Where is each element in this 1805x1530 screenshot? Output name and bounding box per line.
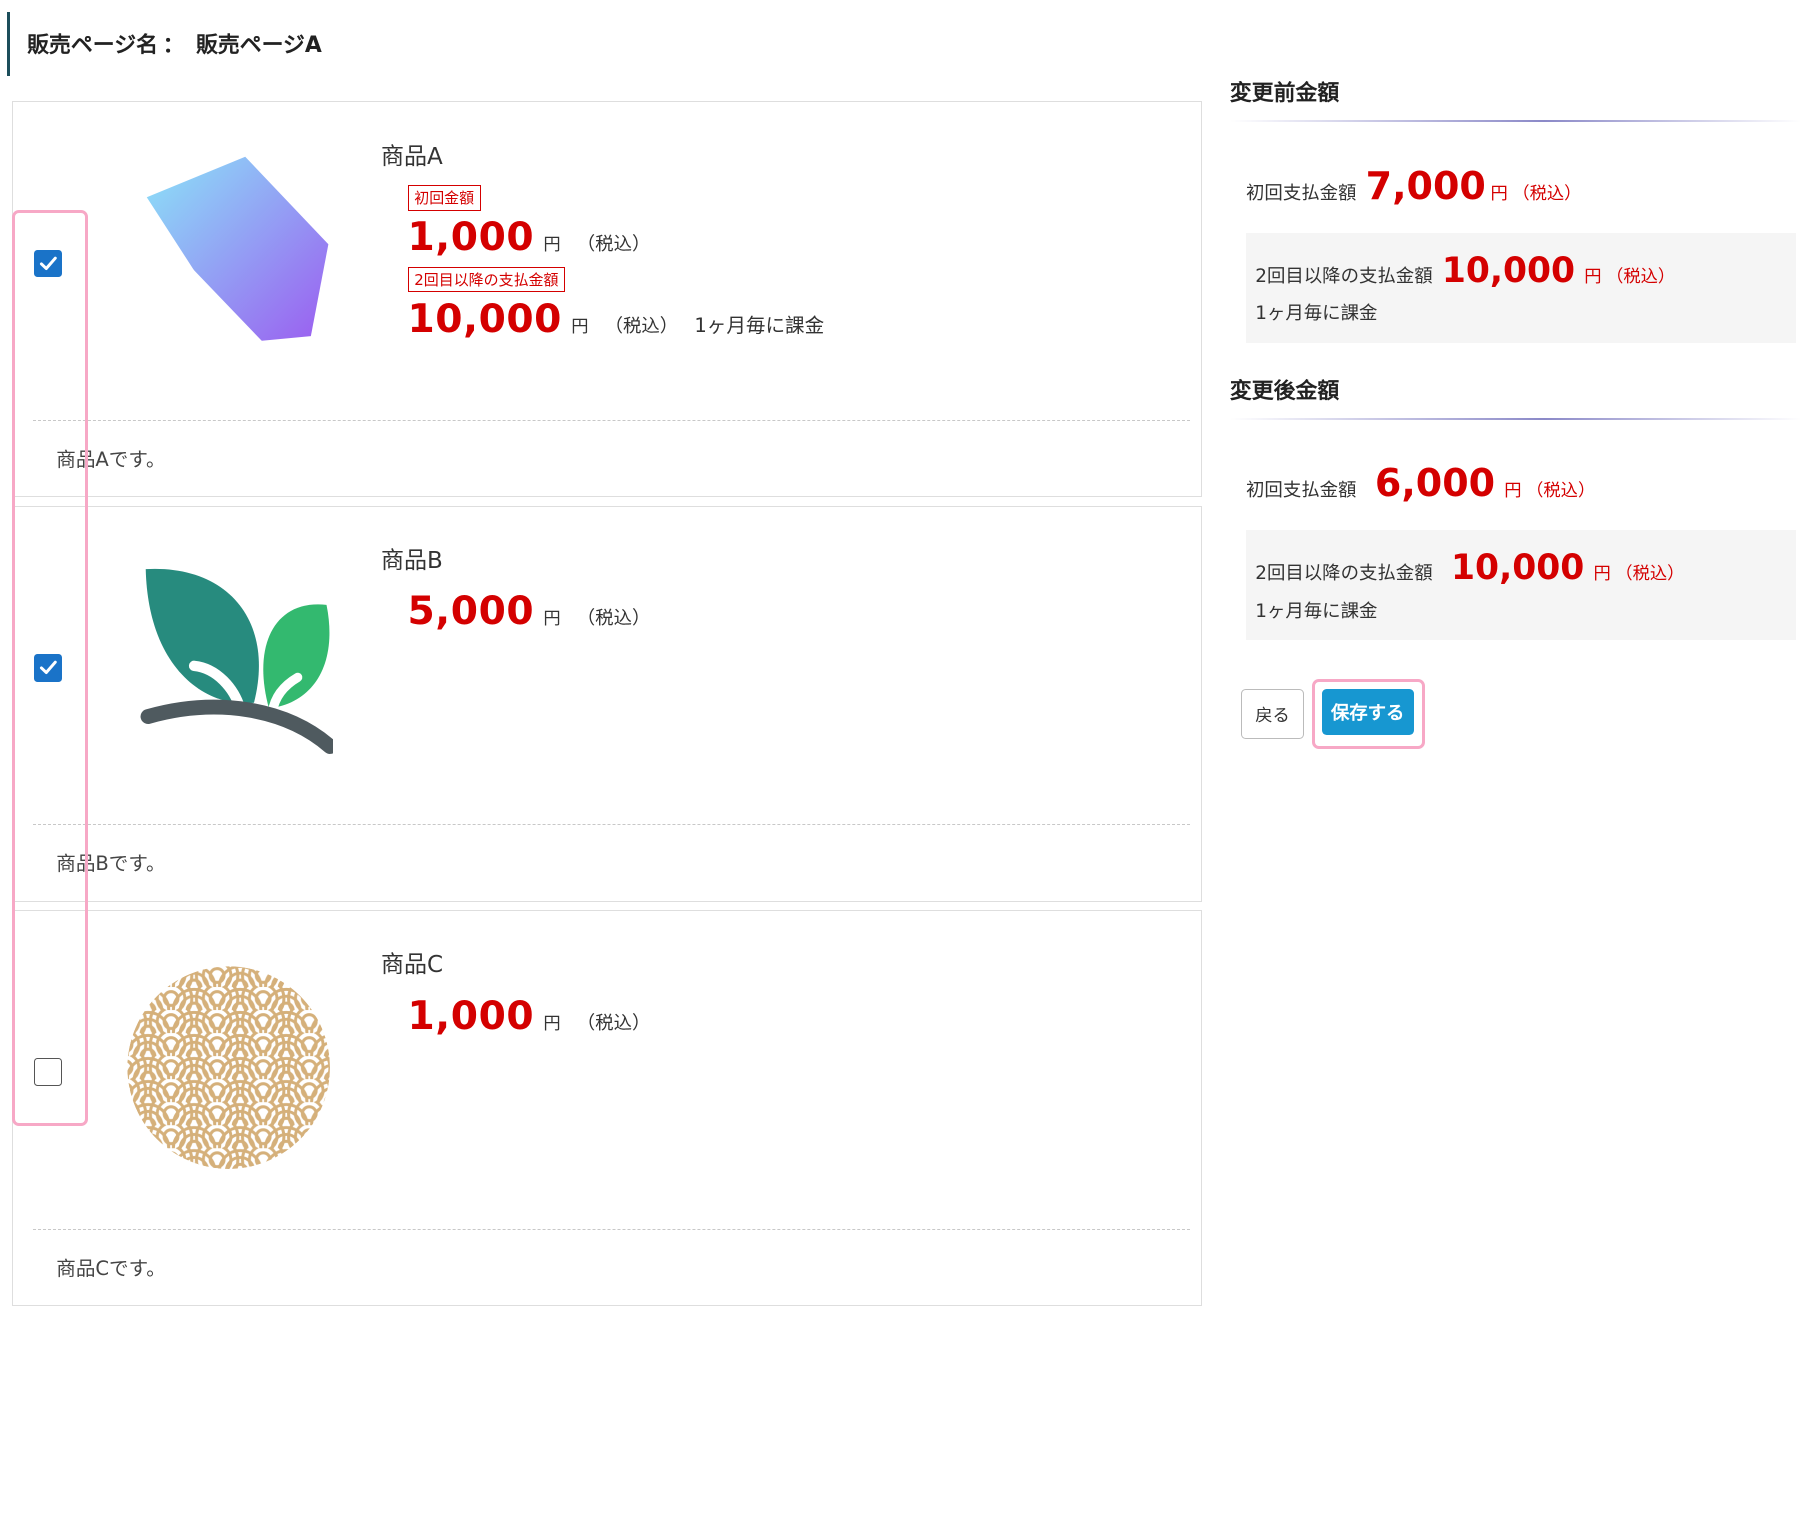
before-recurring-box: 2回目以降の支払金額 10,000 円 （税込） 1ヶ月毎に課金 — [1246, 232, 1797, 344]
product-a-name: 商品A — [381, 143, 443, 170]
yen-unit: 円 — [1504, 480, 1522, 501]
yen-unit: 円 — [1584, 267, 1602, 288]
product-b-checkbox[interactable] — [34, 653, 63, 682]
page-title-value: 販売ページA — [195, 33, 322, 59]
first-payment-label: 初回支払金額 — [1246, 182, 1357, 204]
back-button[interactable]: 戻る — [1241, 688, 1304, 740]
after-recurring-price: 10,000 — [1451, 548, 1585, 589]
first-price-badge: 初回金額 — [407, 185, 481, 211]
product-c-checkbox[interactable] — [34, 1058, 63, 1086]
leaf-sprout-icon — [140, 568, 338, 754]
crystal-logo-icon — [127, 157, 329, 382]
product-b-description: 商品Bです。 — [56, 852, 166, 876]
after-first-price: 6,000 — [1374, 460, 1496, 505]
save-button-highlight: 保存する — [1311, 679, 1425, 749]
first-payment-label: 初回支払金額 — [1246, 479, 1357, 501]
divider — [33, 824, 1190, 826]
tax-label: （税込） — [576, 608, 651, 630]
section-underline — [1229, 119, 1802, 123]
product-a-first-price: 1,000 — [407, 215, 535, 261]
after-first-payment: 初回支払金額 6,000 円 （税込） — [1246, 461, 1595, 505]
before-amount-title: 変更前金額 — [1229, 81, 1340, 106]
tax-label: （税込） — [1526, 480, 1596, 501]
product-b-name: 商品B — [381, 548, 443, 575]
product-c-price: 1,000 — [407, 993, 535, 1039]
after-recurring-box: 2回目以降の支払金額 10,000 円 （税込） 1ヶ月毎に課金 — [1246, 529, 1797, 641]
page-title-label: 販売ページ名 — [27, 33, 158, 59]
billing-cycle: 1ヶ月毎に課金 — [1255, 600, 1378, 622]
before-first-payment: 初回支払金額 7,000 円 （税込） — [1246, 164, 1581, 208]
tax-label: （税込） — [576, 1012, 651, 1034]
checkmark-icon — [39, 256, 57, 271]
section-underline — [1229, 418, 1802, 421]
product-card-a: 商品A 初回金額 1,000 円 （税込） 2回目以降の支払金額 10,000 … — [11, 101, 1203, 498]
after-amount-title: 変更後金額 — [1229, 379, 1340, 405]
billing-cycle: 1ヶ月毎に課金 — [1255, 303, 1378, 325]
seigaiha-wave-icon — [127, 966, 331, 1169]
tax-label: （税込） — [1606, 267, 1676, 288]
yen-unit: 円 — [1593, 564, 1611, 585]
before-recurring-price: 10,000 — [1441, 251, 1576, 292]
product-card-b: 商品B 5,000 円 （税込） 商品Bです。 — [11, 505, 1203, 902]
yen-unit: 円 — [1490, 183, 1508, 204]
yen-unit: 円 — [543, 1013, 561, 1034]
tax-label: （税込） — [576, 234, 651, 256]
billing-cycle: 1ヶ月毎に課金 — [694, 313, 825, 337]
divider — [33, 1228, 1190, 1230]
tax-label: （税込） — [1615, 564, 1685, 585]
page-title: 販売ページ名 ： 販売ページA — [6, 11, 322, 76]
product-a-recurring-price: 10,000 — [407, 296, 562, 342]
recurring-price-badge: 2回目以降の支払金額 — [407, 267, 566, 293]
yen-unit: 円 — [543, 609, 561, 630]
product-b-image — [125, 553, 338, 760]
product-c-image — [125, 964, 332, 1171]
product-c-description: 商品Cです。 — [56, 1256, 166, 1280]
recurring-payment-label: 2回目以降の支払金額 — [1255, 266, 1433, 288]
tax-label: （税込） — [1512, 183, 1582, 204]
product-c-name: 商品C — [381, 952, 444, 979]
checkmark-icon — [39, 661, 57, 675]
page-title-separator: ： — [162, 33, 185, 59]
divider — [33, 420, 1190, 422]
product-a-checkbox[interactable] — [34, 249, 63, 278]
tax-label: （税込） — [604, 315, 679, 337]
before-first-price: 7,000 — [1365, 163, 1486, 208]
yen-unit: 円 — [571, 316, 589, 337]
yen-unit: 円 — [543, 235, 561, 256]
product-a-description: 商品Aです。 — [56, 448, 166, 472]
product-a-image — [125, 148, 332, 382]
recurring-payment-label: 2回目以降の支払金額 — [1255, 563, 1433, 585]
product-b-price: 5,000 — [407, 589, 535, 635]
save-button[interactable]: 保存する — [1321, 689, 1414, 736]
product-card-c: 商品C 1,000 円 （税込） 商品Cです。 — [11, 909, 1203, 1306]
